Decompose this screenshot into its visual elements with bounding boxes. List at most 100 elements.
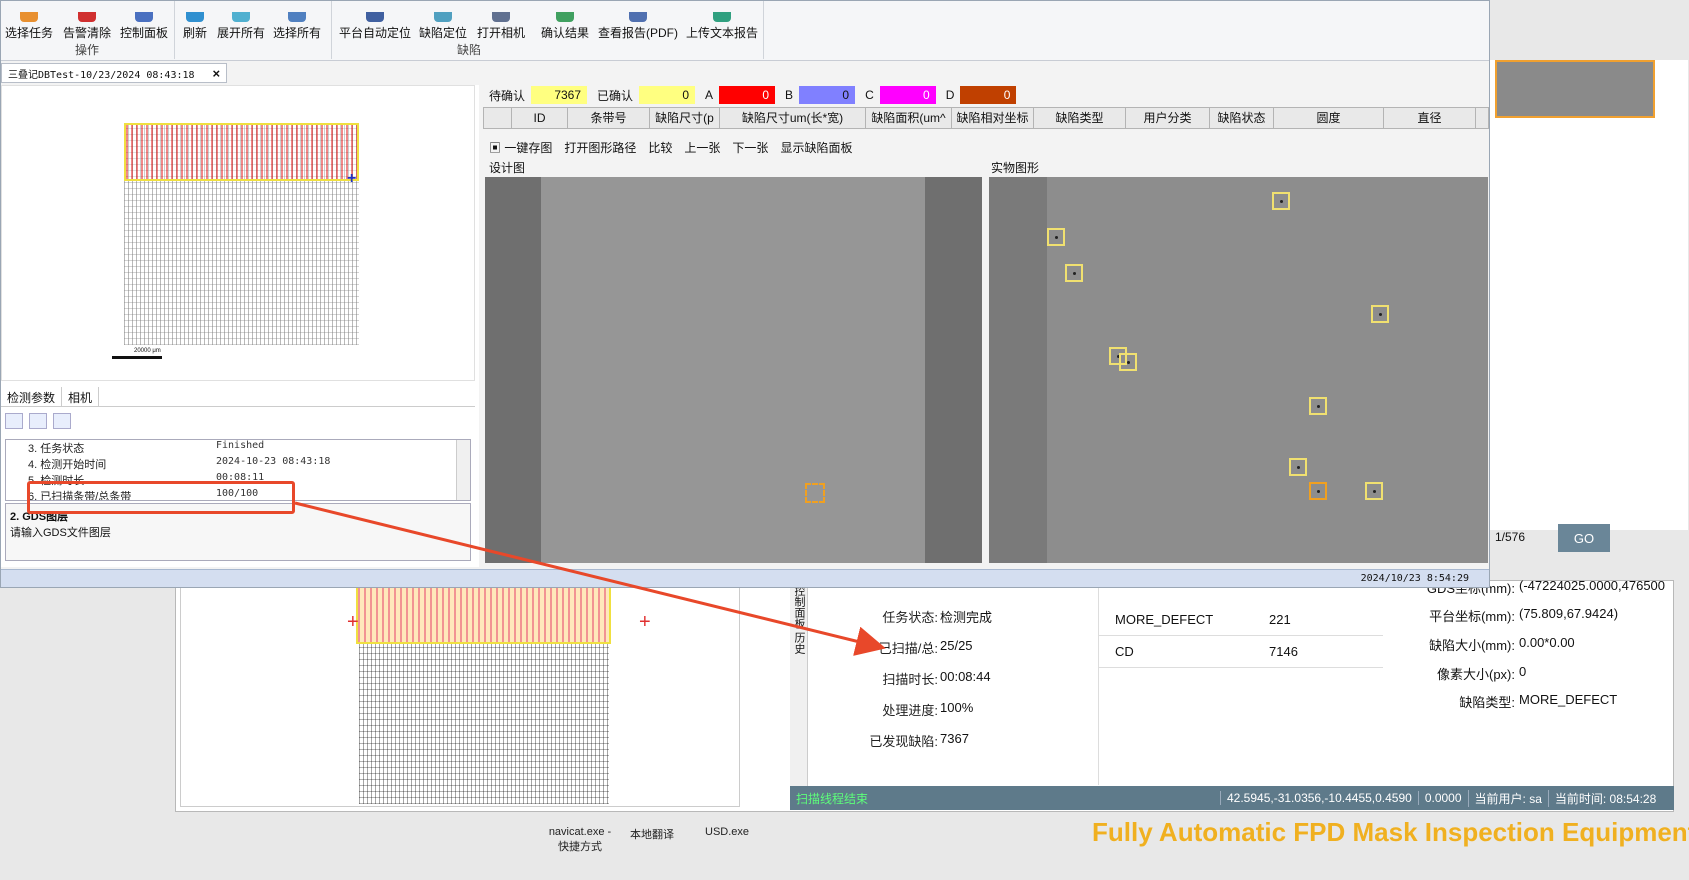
counter-label: A (705, 88, 714, 102)
counter-value: 0 (639, 86, 696, 104)
col-defect-type[interactable]: 缺陷类型 (1034, 108, 1126, 128)
detail-value: MORE_DEFECT (1519, 692, 1618, 707)
description-text: 请输入GDS文件图层 (10, 527, 111, 539)
thumbnail-image[interactable] (1495, 60, 1655, 118)
compare-button[interactable]: 比较 (648, 139, 672, 156)
scrollbar[interactable] (456, 440, 470, 500)
button-label: 一键存图 (504, 140, 553, 155)
crosshair-icon: + (347, 170, 357, 187)
expand-icon (232, 12, 250, 22)
col-size-px[interactable]: 缺陷尺寸(p (650, 108, 720, 128)
panel-icon (135, 12, 153, 22)
prev-button[interactable]: 上一张 (684, 139, 720, 156)
sort-az-icon[interactable] (29, 413, 47, 429)
tab-camera[interactable]: 相机 (62, 387, 100, 406)
desktop-icon-navicat[interactable]: navicat.exe - 快捷方式 (545, 826, 615, 854)
defect-box[interactable] (1371, 305, 1389, 323)
desktop-icon-translate[interactable]: 本地翻译 (630, 826, 674, 842)
info-value: 00:08:44 (940, 669, 991, 684)
counter-label: C (865, 88, 874, 102)
col-diameter[interactable]: 直径 (1384, 108, 1476, 128)
real-image-label: 实物图形 (991, 161, 1040, 175)
defect-box[interactable] (1365, 482, 1383, 500)
defect-box[interactable] (1272, 192, 1290, 210)
list-item[interactable]: 4. 检测开始时间 2024-10-23 08:43:18 (6, 456, 470, 472)
counter-d: D0 (940, 86, 1017, 104)
desktop-icon-usd[interactable]: USD.exe (705, 826, 749, 838)
categorized-icon[interactable] (5, 413, 23, 429)
defect-locate-button[interactable]: 缺陷定位 (419, 1, 467, 41)
desktop-icons: navicat.exe - 快捷方式 本地翻译 USD.exe (545, 822, 749, 862)
view-report-button[interactable]: 查看报告(PDF) (598, 1, 678, 41)
open-camera-button[interactable]: 打开相机 (477, 1, 525, 41)
col-roundness[interactable]: 圆度 (1274, 108, 1384, 128)
brand-caption: Fully Automatic FPD Mask Inspection Equi… (1092, 817, 1689, 847)
defect-box[interactable] (1047, 228, 1065, 246)
wafer-map[interactable]: + 20000 μm (1, 85, 475, 381)
detail-value: 0.00*0.00 (1519, 635, 1575, 650)
platform-icon (366, 12, 384, 22)
table-row[interactable]: MORE_DEFECT 221 (1099, 604, 1383, 636)
next-button[interactable]: 下一张 (732, 139, 768, 156)
col-defect-status[interactable]: 缺陷状态 (1210, 108, 1274, 128)
button-label: 展开所有 (217, 26, 266, 40)
ribbon-separator (763, 1, 764, 59)
open-path-button[interactable]: 打开图形路径 (564, 139, 636, 156)
button-label: 选择所有 (273, 26, 322, 40)
status-time: 2024/10/23 8:54:29 (1360, 573, 1469, 584)
col-relative-coord[interactable]: 缺陷相对坐标 (952, 108, 1034, 128)
upload-report-button[interactable]: 上传文本报告 (686, 1, 758, 41)
close-icon[interactable]: × (213, 66, 221, 81)
counter-value: 0 (960, 86, 1017, 104)
param-key: 4. 检测开始时间 (28, 459, 107, 471)
defect-box[interactable] (1289, 458, 1307, 476)
defect-box[interactable] (1065, 264, 1083, 282)
confirm-result-button[interactable]: 确认结果 (541, 1, 589, 41)
select-task-button[interactable]: 选择任务 (5, 1, 53, 41)
col-strip[interactable]: 条带号 (568, 108, 650, 128)
button-label: 控制面板 (120, 26, 169, 40)
real-image[interactable] (989, 177, 1488, 563)
detail-key: 平台坐标(mm): (1429, 609, 1515, 624)
select-all-button[interactable]: 选择所有 (273, 1, 321, 41)
current-time: 当前时间: 08:54:28 (1547, 789, 1662, 807)
background-vertical-tabs[interactable]: 控制面板 历史 (790, 585, 808, 807)
tab-detect-params[interactable]: 检测参数 (1, 387, 63, 406)
col-size-um[interactable]: 缺陷尺寸um(长*宽) (720, 108, 866, 128)
list-item[interactable]: 3. 任务状态 Finished (6, 440, 470, 456)
clear-alarm-button[interactable]: 告警清除 (63, 1, 111, 41)
page-indicator: 1/576 (1495, 530, 1526, 544)
select-icon (288, 12, 306, 22)
design-image[interactable] (485, 177, 982, 563)
defect-type: CD (1115, 644, 1134, 659)
go-button[interactable]: GO (1558, 524, 1610, 552)
defect-box[interactable] (1119, 353, 1137, 371)
defect-box[interactable] (1309, 397, 1327, 415)
save-icon: ▣ (489, 140, 502, 155)
param-tabs: 检测参数 相机 (1, 387, 475, 407)
save-image-button[interactable]: ▣ 一键存图 (489, 139, 552, 156)
col-user-class[interactable]: 用户分类 (1126, 108, 1210, 128)
control-panel-button[interactable]: 控制面板 (120, 1, 168, 41)
row-selector-header (484, 108, 512, 128)
property-pages-icon[interactable] (53, 413, 71, 429)
ribbon-separator (174, 1, 175, 59)
property-toolbar (5, 413, 71, 433)
col-id[interactable]: ID (512, 108, 568, 128)
coords-readout: 42.5945,-31.0356,-10.4455,0.4590 (1220, 791, 1418, 805)
col-area[interactable]: 缺陷面积(um^ (866, 108, 952, 128)
document-tab[interactable]: 三叠记DBTest-10/23/2024 08:43:18 × (1, 63, 228, 83)
show-defect-panel-button[interactable]: 显示缺陷面板 (780, 139, 852, 156)
selected-defect-box[interactable] (1309, 482, 1327, 500)
table-row[interactable]: CD 7146 (1099, 636, 1383, 668)
button-label: 查看报告(PDF) (598, 26, 678, 40)
expand-all-button[interactable]: 展开所有 (217, 1, 265, 41)
image-toolbar: ▣ 一键存图 打开图形路径 比较 上一张 下一张 显示缺陷面板 (483, 137, 852, 157)
button-label: 选择任务 (5, 26, 54, 40)
auto-position-button[interactable]: 平台自动定位 (339, 1, 411, 41)
info-key: 扫描时长: (882, 672, 938, 687)
refresh-button[interactable]: 刷新 (183, 1, 207, 41)
detail-value: (75.809,67.9424) (1519, 606, 1619, 621)
info-value: 检测完成 (940, 610, 993, 625)
upload-icon (713, 12, 731, 22)
